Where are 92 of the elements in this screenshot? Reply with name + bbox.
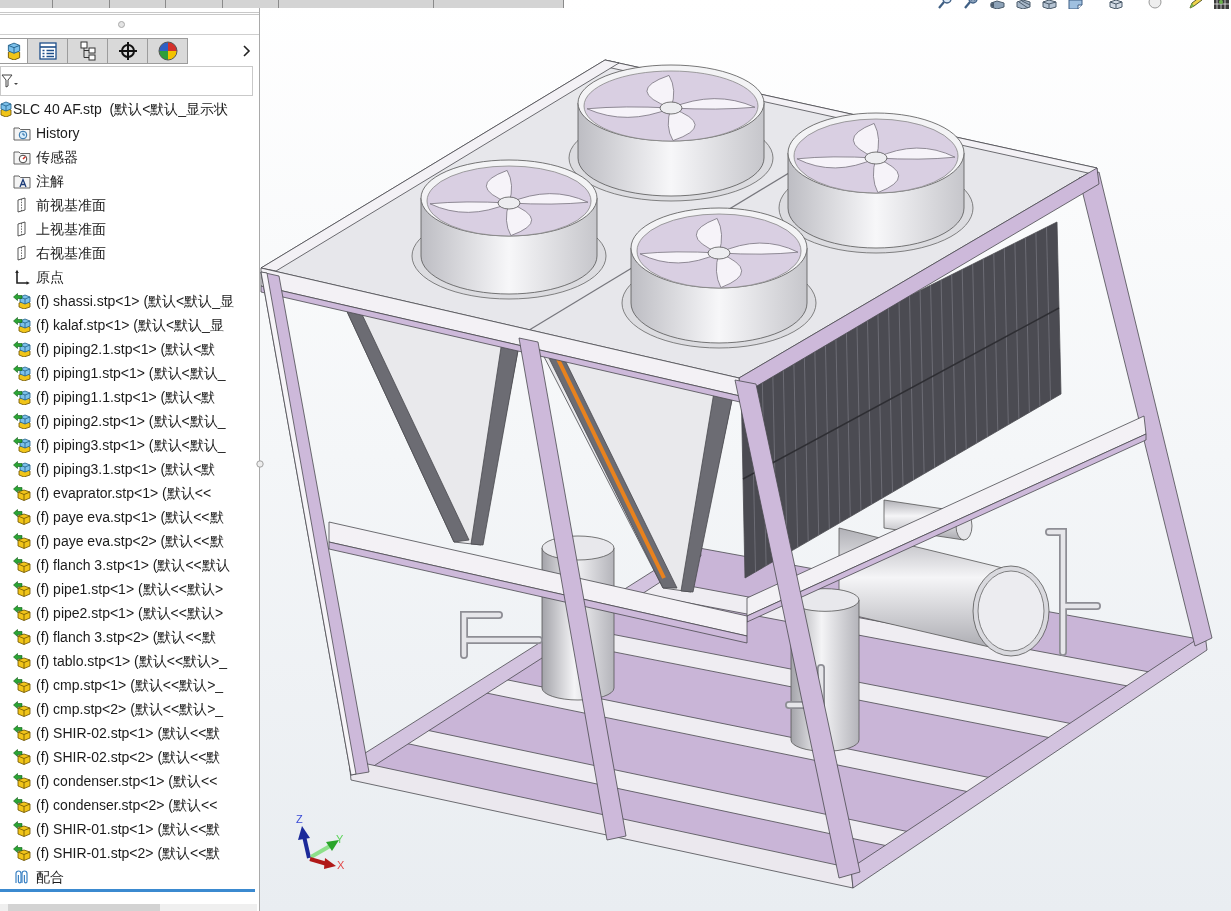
cubes-arrow-icon [13, 461, 31, 477]
cube-arrow-icon[interactable] [989, 0, 1005, 9]
box-arrow-icon [13, 533, 31, 549]
tree-item[interactable]: (f) paye eva.stp<1> (默认<<默 [13, 505, 259, 529]
tree-item[interactable]: (f) cmp.stp<2> (默认<<默认>_ [13, 697, 259, 721]
tree-item[interactable]: 原点 [13, 265, 259, 289]
box-arrow-icon [13, 677, 31, 693]
box-arrow-icon [13, 701, 31, 717]
box-arrow-icon [13, 509, 31, 525]
tree-item[interactable]: (f) piping3.stp<1> (默认<默认_ [13, 433, 259, 457]
panel-tab[interactable] [68, 38, 108, 64]
cubes-arrow-icon [13, 413, 31, 429]
tree-item[interactable]: (f) kalaf.stp<1> (默认<默认_显 [13, 313, 259, 337]
cubes-arrow-icon [13, 341, 31, 357]
tree-item[interactable]: (f) SHIR-01.stp<2> (默认<<默 [13, 841, 259, 865]
tree-item[interactable]: (f) flanch 3.stp<2> (默认<<默 [13, 625, 259, 649]
tree-item[interactable]: 注解 [13, 169, 259, 193]
tree-item[interactable]: (f) condenser.stp<1> (默认<< [13, 769, 259, 793]
box-arrow-icon [13, 725, 31, 741]
panel-tab[interactable] [108, 38, 148, 64]
axes-icon [13, 269, 31, 285]
magnifier-icon[interactable] [937, 0, 953, 9]
list-icon [37, 41, 58, 61]
filter-field[interactable] [0, 66, 253, 96]
box-arrow-icon [13, 629, 31, 645]
tree-item[interactable]: (f) shassi.stp<1> (默认<默认_显 [13, 289, 259, 313]
z-axis-arrow [298, 826, 311, 859]
horizontal-scrollbar[interactable] [0, 904, 257, 911]
axis-label: Z [296, 813, 303, 825]
sheet-icon[interactable] [1067, 0, 1083, 9]
cubes-arrow-icon [13, 437, 31, 453]
cubes-arrow-icon [13, 317, 31, 333]
cubes-icon [6, 42, 21, 60]
tree-item[interactable]: (f) SHIR-02.stp<1> (默认<<默 [13, 721, 259, 745]
grid-icon[interactable] [1213, 0, 1229, 9]
tree-item[interactable]: (f) piping1.stp<1> (默认<默认_ [13, 361, 259, 385]
tree-item[interactable]: (f) tablo.stp<1> (默认<<默认>_ [13, 649, 259, 673]
box-arrow-icon [13, 605, 31, 621]
folder-letter-icon [13, 173, 31, 189]
cubes-icon [0, 101, 12, 117]
box-arrow-icon [13, 821, 31, 837]
tree-item[interactable]: (f) condenser.stp<2> (默认<< [13, 793, 259, 817]
tree-item[interactable]: 上视基准面 [13, 217, 259, 241]
cubes-arrow-icon [13, 293, 31, 309]
hierarchy-icon [77, 41, 98, 61]
tree-item[interactable]: History [13, 121, 259, 145]
grip-handle-icon[interactable] [118, 21, 125, 28]
splitter-handle-icon[interactable] [256, 459, 264, 468]
tree-item[interactable]: (f) piping1.1.stp<1> (默认<默 [13, 385, 259, 409]
box-arrow-icon [13, 773, 31, 789]
box-arrow-icon [13, 581, 31, 597]
panel-tab[interactable] [28, 38, 68, 64]
tree-item[interactable]: (f) pipe2.stp<1> (默认<<默认> [13, 601, 259, 625]
folder-gauge-icon [13, 149, 31, 165]
axis-label: Y [336, 833, 344, 845]
tree-item[interactable]: (f) pipe1.stp<1> (默认<<默认> [13, 577, 259, 601]
cube-icon[interactable] [1107, 0, 1123, 9]
x-axis-arrow [309, 857, 336, 869]
box-arrow-icon [13, 653, 31, 669]
tree-item[interactable]: (f) piping3.1.stp<1> (默认<默 [13, 457, 259, 481]
color-wheel-icon [157, 41, 178, 61]
chevron-right-icon[interactable] [242, 45, 251, 57]
tree-item[interactable]: (f) flanch 3.stp<1> (默认<<默认 [13, 553, 259, 577]
tree-item[interactable]: SLC 40 AF.stp (默认<默认_显示状 [0, 97, 259, 121]
funnel-icon [1, 74, 19, 88]
pencil-icon[interactable] [1187, 0, 1203, 9]
tree-item[interactable]: 右视基准面 [13, 241, 259, 265]
cubes-arrow-icon [13, 389, 31, 405]
tree-item[interactable]: (f) paye eva.stp<2> (默认<<默 [13, 529, 259, 553]
tree-item[interactable]: (f) piping2.stp<1> (默认<默认_ [13, 409, 259, 433]
box-arrow-icon [13, 749, 31, 765]
box-arrow-icon [13, 797, 31, 813]
section-icon[interactable] [1015, 0, 1031, 9]
box-arrow-icon [13, 557, 31, 573]
tree-item[interactable]: (f) SHIR-02.stp<2> (默认<<默 [13, 745, 259, 769]
tree-item[interactable]: (f) SHIR-01.stp<1> (默认<<默 [13, 817, 259, 841]
folder-clock-icon [13, 125, 31, 141]
magnifier-icon[interactable] [963, 0, 979, 9]
cube-icon[interactable] [1041, 0, 1057, 9]
box-arrow-icon [13, 845, 31, 861]
paperclip-icon [13, 869, 31, 885]
tree-item[interactable]: (f) cmp.stp<1> (默认<<默认>_ [13, 673, 259, 697]
box-arrow-icon [13, 485, 31, 501]
crosshair-icon [117, 41, 138, 61]
tree-item[interactable]: 配合 [13, 865, 259, 889]
tree-item[interactable]: (f) evaprator.stp<1> (默认<< [13, 481, 259, 505]
cubes-arrow-icon [13, 365, 31, 381]
scrollbar-thumb[interactable] [8, 904, 160, 911]
tree-item[interactable]: 前视基准面 [13, 193, 259, 217]
tree-item[interactable]: (f) piping2.1.stp<1> (默认<默 [13, 337, 259, 361]
tree-item[interactable]: 传感器 [13, 145, 259, 169]
axis-label: X [337, 859, 345, 871]
